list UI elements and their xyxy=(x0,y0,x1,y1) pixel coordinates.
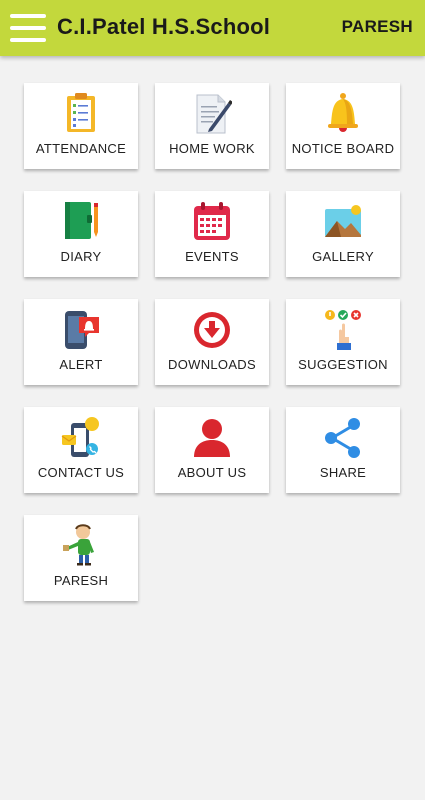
tile-label: ALERT xyxy=(59,357,103,372)
contact-phone-icon xyxy=(61,415,101,459)
picture-icon xyxy=(323,199,363,243)
tile-label: NOTICE BOARD xyxy=(291,141,395,156)
tile-label: GALLERY xyxy=(312,249,374,264)
tile-notice-board[interactable]: NOTICE BOARD xyxy=(286,83,400,169)
calendar-icon xyxy=(192,199,232,243)
hamburger-menu-icon[interactable] xyxy=(10,12,46,44)
tile-label: ATTENDANCE xyxy=(35,141,127,156)
app-title: C.I.Patel H.S.School xyxy=(57,14,271,39)
tile-home-work[interactable]: HOME WORK xyxy=(155,83,269,169)
tile-downloads[interactable]: DOWNLOADS xyxy=(155,299,269,385)
tile-label: SHARE xyxy=(319,465,367,480)
notebook-icon xyxy=(61,199,101,243)
tile-label: DOWNLOADS xyxy=(168,357,256,372)
tile-attendance[interactable]: ATTENDANCE xyxy=(24,83,138,169)
phone-notification-icon xyxy=(61,307,101,351)
app-bar: C.I.Patel H.S.School PARESH xyxy=(0,0,425,56)
tile-gallery[interactable]: GALLERY xyxy=(286,191,400,277)
tile-diary[interactable]: DIARY xyxy=(24,191,138,277)
tile-profile[interactable]: PARESH xyxy=(24,515,138,601)
tile-contact-us[interactable]: CONTACT US xyxy=(24,407,138,493)
clipboard-checklist-icon xyxy=(61,91,101,135)
document-pen-icon xyxy=(192,91,232,135)
tile-suggestion[interactable]: SUGGESTION xyxy=(286,299,400,385)
tile-label: HOME WORK xyxy=(169,141,255,156)
feedback-icon xyxy=(323,307,363,351)
download-icon xyxy=(192,307,232,351)
bell-icon xyxy=(323,91,363,135)
tile-share[interactable]: SHARE xyxy=(286,407,400,493)
user-name[interactable]: PARESH xyxy=(342,17,413,37)
tile-label: PARESH xyxy=(53,573,109,588)
share-icon xyxy=(323,415,363,459)
user-icon xyxy=(192,415,232,459)
tile-label: ABOUT US xyxy=(177,465,247,480)
tile-about-us[interactable]: ABOUT US xyxy=(155,407,269,493)
profile-cartoon-icon xyxy=(61,523,101,567)
tile-alert[interactable]: ALERT xyxy=(24,299,138,385)
tile-label: CONTACT US xyxy=(37,465,125,480)
tile-label: SUGGESTION xyxy=(298,357,388,372)
tile-label: DIARY xyxy=(60,249,102,264)
tile-label: EVENTS xyxy=(185,249,239,264)
tile-events[interactable]: EVENTS xyxy=(155,191,269,277)
